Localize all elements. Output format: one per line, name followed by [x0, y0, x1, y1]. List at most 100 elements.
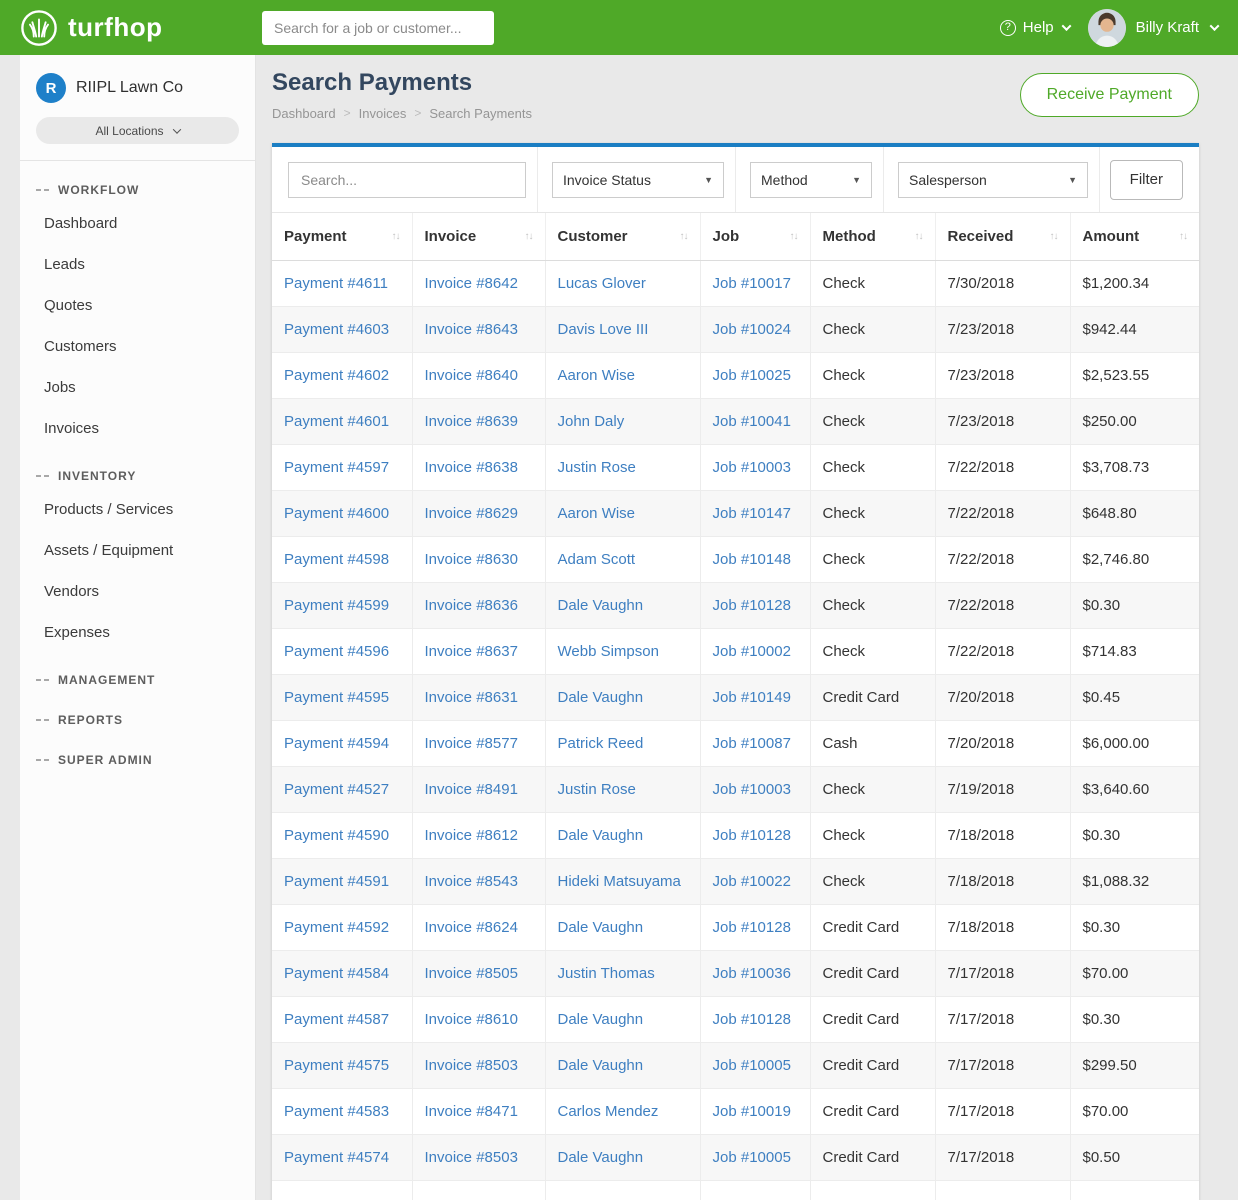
sidebar-section-reports[interactable]: REPORTS [20, 693, 255, 733]
receive-payment-button[interactable]: Receive Payment [1020, 73, 1199, 117]
customer-link[interactable]: Adam Scott [558, 551, 636, 568]
invoice-link[interactable]: Invoice #8631 [425, 689, 518, 706]
job-link[interactable]: Job #10024 [713, 321, 791, 338]
payment-link[interactable]: Payment #4602 [284, 367, 389, 384]
location-selector[interactable]: All Locations [36, 117, 239, 144]
column-header-received[interactable]: Received↑↓ [935, 213, 1070, 260]
customer-link[interactable]: Dale Vaughn [558, 827, 644, 844]
customer-link[interactable]: Justin Rose [558, 459, 636, 476]
customer-link[interactable]: Webb Simpson [558, 643, 659, 660]
column-header-method[interactable]: Method↑↓ [810, 213, 935, 260]
payment-link[interactable]: Payment #4527 [284, 781, 389, 798]
sidebar-item-expenses[interactable]: Expenses [20, 612, 255, 653]
job-link[interactable]: Job #10005 [713, 1057, 791, 1074]
payment-link[interactable]: Payment #4584 [284, 965, 389, 982]
sidebar-section-inventory[interactable]: INVENTORY [20, 449, 255, 489]
job-link[interactable]: Job #10149 [713, 689, 791, 706]
payment-link[interactable]: Payment #4594 [284, 735, 389, 752]
customer-link[interactable]: Aaron Wise [558, 367, 636, 384]
sidebar-section-super-admin[interactable]: SUPER ADMIN [20, 733, 255, 773]
job-link[interactable]: Job #10005 [713, 1149, 791, 1166]
payments-search-input[interactable] [288, 162, 526, 198]
invoice-link[interactable]: Invoice #8577 [425, 735, 518, 752]
invoice-link[interactable]: Invoice #8471 [425, 1103, 518, 1120]
job-link[interactable]: Job #10017 [713, 275, 791, 292]
sidebar-item-invoices[interactable]: Invoices [20, 408, 255, 449]
sidebar-item-dashboard[interactable]: Dashboard [20, 203, 255, 244]
payment-link[interactable]: Payment #4601 [284, 413, 389, 430]
payment-link[interactable]: Payment #4591 [284, 873, 389, 890]
breadcrumb-item-dashboard[interactable]: Dashboard [272, 106, 336, 121]
payment-link[interactable]: Payment #4575 [284, 1057, 389, 1074]
customer-link[interactable]: Dale Vaughn [558, 919, 644, 936]
job-link[interactable]: Job #10128 [713, 597, 791, 614]
job-link[interactable]: Job #10147 [713, 505, 791, 522]
payment-link[interactable]: Payment #4611 [284, 275, 388, 292]
customer-link[interactable]: Patrick Reed [558, 735, 644, 752]
column-header-payment[interactable]: Payment↑↓ [272, 213, 412, 260]
invoice-link[interactable]: Invoice #8503 [425, 1057, 518, 1074]
customer-link[interactable]: Dale Vaughn [558, 1057, 644, 1074]
invoice-link[interactable]: Invoice #8612 [425, 827, 518, 844]
customer-link[interactable]: John Daly [558, 413, 625, 430]
payment-link[interactable]: Payment #4595 [284, 689, 389, 706]
payment-link[interactable]: Payment #4600 [284, 505, 389, 522]
sidebar-item-assets-equipment[interactable]: Assets / Equipment [20, 530, 255, 571]
payment-link[interactable]: Payment #4590 [284, 827, 389, 844]
job-link[interactable]: Job #10087 [713, 735, 791, 752]
invoice-link[interactable]: Invoice #8543 [425, 873, 518, 890]
invoice-link[interactable]: Invoice #8639 [425, 413, 518, 430]
payment-link[interactable]: Payment #4592 [284, 919, 389, 936]
invoice-link[interactable]: Invoice #8630 [425, 551, 518, 568]
payment-link[interactable]: Payment #4574 [284, 1149, 389, 1166]
invoice-link[interactable]: Invoice #8638 [425, 459, 518, 476]
user-menu[interactable]: Billy Kraft [1088, 9, 1218, 47]
customer-link[interactable]: Dale Vaughn [558, 597, 644, 614]
customer-link[interactable]: Dale Vaughn [558, 689, 644, 706]
sidebar-section-workflow[interactable]: WORKFLOW [20, 163, 255, 203]
sidebar-item-vendors[interactable]: Vendors [20, 571, 255, 612]
invoice-link[interactable]: Invoice #8624 [425, 919, 518, 936]
payment-link[interactable]: Payment #4603 [284, 321, 389, 338]
job-link[interactable]: Job #10128 [713, 827, 791, 844]
invoice-link[interactable]: Invoice #8503 [425, 1149, 518, 1166]
payment-link[interactable]: Payment #4598 [284, 551, 389, 568]
customer-link[interactable]: Dale Vaughn [558, 1149, 644, 1166]
invoice-link[interactable]: Invoice #8505 [425, 965, 518, 982]
app-logo[interactable]: turfhop [20, 9, 242, 47]
invoice-link[interactable]: Invoice #8637 [425, 643, 518, 660]
invoice-link[interactable]: Invoice #8642 [425, 275, 518, 292]
payment-link[interactable]: Payment #4587 [284, 1011, 389, 1028]
sidebar-section-management[interactable]: MANAGEMENT [20, 653, 255, 693]
job-link[interactable]: Job #10041 [713, 413, 791, 430]
job-link[interactable]: Job #10128 [713, 1011, 791, 1028]
customer-link[interactable]: Lucas Glover [558, 275, 646, 292]
job-link[interactable]: Job #10036 [713, 965, 791, 982]
job-link[interactable]: Job #10148 [713, 551, 791, 568]
sidebar-item-products-services[interactable]: Products / Services [20, 489, 255, 530]
customer-link[interactable]: Davis Love III [558, 321, 649, 338]
customer-link[interactable]: Justin Thomas [558, 965, 655, 982]
invoice-link[interactable]: Invoice #8610 [425, 1011, 518, 1028]
payment-link[interactable]: Payment #4596 [284, 643, 389, 660]
salesperson-select[interactable]: Salesperson ▼ [898, 162, 1088, 198]
invoice-link[interactable]: Invoice #8643 [425, 321, 518, 338]
sidebar-item-customers[interactable]: Customers [20, 326, 255, 367]
column-header-amount[interactable]: Amount↑↓ [1070, 213, 1199, 260]
help-menu[interactable]: ? Help [1000, 19, 1070, 36]
column-header-customer[interactable]: Customer↑↓ [545, 213, 700, 260]
global-search-input[interactable] [262, 11, 494, 45]
payment-link[interactable]: Payment #4599 [284, 597, 389, 614]
job-link[interactable]: Job #10003 [713, 781, 791, 798]
payment-link[interactable]: Payment #4597 [284, 459, 389, 476]
invoice-link[interactable]: Invoice #8491 [425, 781, 518, 798]
method-select[interactable]: Method ▼ [750, 162, 872, 198]
sidebar-item-quotes[interactable]: Quotes [20, 285, 255, 326]
invoice-status-select[interactable]: Invoice Status ▼ [552, 162, 724, 198]
invoice-link[interactable]: Invoice #8640 [425, 367, 518, 384]
job-link[interactable]: Job #10002 [713, 643, 791, 660]
breadcrumb-item-invoices[interactable]: Invoices [359, 106, 407, 121]
job-link[interactable]: Job #10128 [713, 919, 791, 936]
column-header-invoice[interactable]: Invoice↑↓ [412, 213, 545, 260]
sidebar-item-jobs[interactable]: Jobs [20, 367, 255, 408]
